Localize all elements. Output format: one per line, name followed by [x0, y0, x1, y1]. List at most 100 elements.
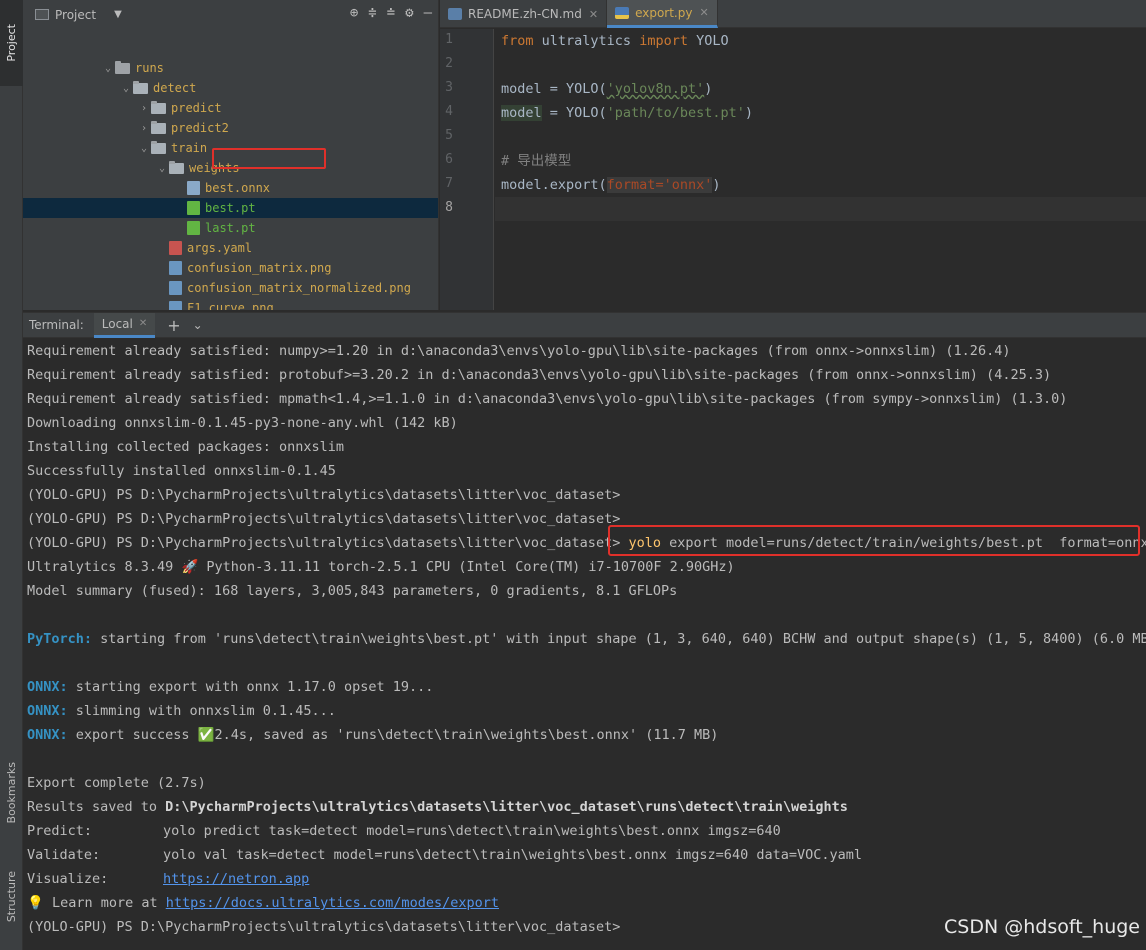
- lightbulb-icon: 💡: [27, 895, 44, 911]
- img-file-icon: [169, 281, 182, 295]
- tree-item-detect[interactable]: ⌄ detect: [23, 78, 438, 98]
- rocket-icon: 🚀: [181, 559, 199, 575]
- tab-terminal-local-label: Local: [101, 316, 133, 331]
- chevron-down-icon[interactable]: ⌄: [119, 83, 133, 94]
- editor-tab-bar: README.zh-CN.md ✕ export.py ✕: [440, 0, 1146, 28]
- highlight-box-best-onnx: [212, 148, 326, 169]
- expand-all-icon[interactable]: ≑: [368, 5, 376, 21]
- terminal-line: Requirement already satisfied: mpmath<1.…: [27, 391, 1068, 407]
- code-line-1: from ultralytics import YOLO: [501, 33, 729, 49]
- line-number: 8: [445, 200, 453, 215]
- folder-icon: [151, 140, 166, 154]
- chevron-down-icon[interactable]: ⌄: [101, 63, 115, 74]
- pt-file-icon: [187, 201, 200, 215]
- tree-item-label: best.onnx: [205, 181, 271, 195]
- code-editor[interactable]: from ultralytics import YOLO model = YOL…: [495, 29, 1146, 310]
- netron-link[interactable]: https://netron.app: [163, 871, 309, 887]
- collapse-all-icon[interactable]: ≐: [387, 5, 395, 21]
- terminal-output[interactable]: Requirement already satisfied: numpy>=1.…: [23, 339, 1146, 950]
- img-file-icon: [169, 301, 182, 310]
- chevron-right-icon[interactable]: ›: [137, 103, 151, 114]
- line-number: 5: [445, 128, 453, 143]
- gear-icon[interactable]: ⚙: [405, 5, 413, 21]
- terminal-line: ONNX: starting export with onnx 1.17.0 o…: [27, 679, 434, 695]
- project-tool-tab[interactable]: Project: [0, 0, 23, 86]
- code-line-3: model = YOLO('yolov8n.pt'): [501, 81, 713, 97]
- locate-icon[interactable]: ⊕: [350, 5, 358, 21]
- terminal-line: Model summary (fused): 168 layers, 3,005…: [27, 583, 678, 599]
- structure-tool-tab[interactable]: Structure: [0, 852, 23, 942]
- tree-item-confusion-matrix-png[interactable]: confusion_matrix.png: [23, 258, 438, 278]
- folder-icon: [151, 100, 166, 114]
- highlight-box-export-command: [608, 525, 1140, 556]
- tab-readme[interactable]: README.zh-CN.md ✕: [440, 0, 608, 28]
- folder-icon: [133, 80, 148, 94]
- terminal-prompt-line: (YOLO-GPU) PS D:\PycharmProjects\ultraly…: [27, 511, 621, 527]
- project-folder-icon: [35, 9, 49, 20]
- terminal-line: Validate: yolo val task=detect model=runs…: [27, 847, 862, 863]
- terminal-title: Terminal:: [29, 318, 84, 332]
- tree-item-runs[interactable]: ⌄ runs: [23, 58, 438, 78]
- terminal-line: Requirement already satisfied: numpy>=1.…: [27, 343, 1011, 359]
- tree-item-confusion-matrix-normalized-png[interactable]: confusion_matrix_normalized.png: [23, 278, 438, 298]
- project-toolbar: ⊕ ≑ ≐ ⚙ —: [350, 5, 432, 21]
- folder-icon: [115, 60, 130, 74]
- line-number: 1: [445, 32, 453, 47]
- tree-item-label: predict: [171, 101, 222, 115]
- tree-item-label: args.yaml: [187, 241, 253, 255]
- line-number: 3: [445, 80, 453, 95]
- tree-item-args-yaml[interactable]: args.yaml: [23, 238, 438, 258]
- chevron-down-icon[interactable]: ▼: [114, 9, 122, 20]
- tab-export-py[interactable]: export.py ✕: [607, 0, 718, 28]
- tree-item-label: last.pt: [205, 221, 256, 235]
- terminal-line: Predict: yolo predict task=detect model=r…: [27, 823, 781, 839]
- code-line-7: model.export(format='onnx'): [501, 177, 721, 193]
- terminal-line: Successfully installed onnxslim-0.1.45: [27, 463, 336, 479]
- tab-terminal-local[interactable]: Local ✕: [93, 312, 156, 338]
- close-icon[interactable]: ✕: [699, 6, 708, 19]
- terminal-line: Downloading onnxslim-0.1.45-py3-none-any…: [27, 415, 458, 431]
- tree-item-label: train: [171, 141, 208, 155]
- tool-window-stripe: Project Bookmarks Structure: [0, 0, 23, 950]
- add-terminal-icon[interactable]: +: [167, 316, 180, 335]
- python-file-icon: [615, 6, 630, 19]
- close-icon[interactable]: ✕: [589, 8, 598, 21]
- terminal-line: PyTorch: starting from 'runs\detect\trai…: [27, 631, 1146, 647]
- chevron-down-icon[interactable]: ⌄: [155, 163, 169, 174]
- onnx-file-icon: [187, 181, 200, 195]
- terminal-line: Visualize: https://netron.app: [27, 871, 310, 887]
- terminal-line: Ultralytics 8.3.49 🚀 Python-3.11.11 torc…: [27, 559, 735, 575]
- tree-item-label: detect: [153, 81, 197, 95]
- tree-item-predict2[interactable]: › predict2: [23, 118, 438, 138]
- project-tool-tab-label: Project: [5, 24, 18, 62]
- docs-link[interactable]: https://docs.ultralytics.com/modes/expor…: [166, 895, 499, 911]
- folder-icon: [151, 120, 166, 134]
- tree-item-best-pt[interactable]: best.pt: [23, 198, 438, 218]
- code-line-4: model = YOLO('path/to/best.pt'): [501, 105, 753, 121]
- terminal-line: ONNX: slimming with onnxslim 0.1.45...: [27, 703, 336, 719]
- yaml-file-icon: [169, 241, 182, 255]
- tree-item-label: confusion_matrix_normalized.png: [187, 281, 411, 295]
- structure-tool-tab-label: Structure: [5, 871, 18, 923]
- chevron-down-icon[interactable]: ⌄: [193, 318, 203, 332]
- tree-item-f1-curve-png[interactable]: F1_curve.png: [23, 298, 438, 310]
- tree-item-predict[interactable]: › predict: [23, 98, 438, 118]
- tab-export-py-label: export.py: [635, 5, 693, 20]
- minimize-icon[interactable]: —: [424, 5, 432, 21]
- chevron-right-icon[interactable]: ›: [137, 123, 151, 134]
- tree-item-label: F1_curve.png: [187, 301, 274, 310]
- terminal-prompt-line: (YOLO-GPU) PS D:\PycharmProjects\ultraly…: [27, 487, 621, 503]
- terminal-line: Export complete (2.7s): [27, 775, 206, 791]
- markdown-file-icon: [448, 8, 462, 20]
- project-panel: Project ▼ ⊕ ≑ ≐ ⚙ — ⌄ runs ⌄ detect › predict…: [23, 0, 439, 310]
- bookmarks-tool-tab[interactable]: Bookmarks: [0, 748, 23, 838]
- terminal-prompt-line: (YOLO-GPU) PS D:\PycharmProjects\ultraly…: [27, 919, 621, 935]
- tree-item-last-pt[interactable]: last.pt: [23, 218, 438, 238]
- project-panel-title[interactable]: Project: [55, 8, 96, 22]
- tree-item-best-onnx[interactable]: best.onnx: [23, 178, 438, 198]
- chevron-down-icon[interactable]: ⌄: [137, 143, 151, 154]
- terminal-line: Results saved to D:\PycharmProjects\ultr…: [27, 799, 848, 815]
- terminal-line: Installing collected packages: onnxslim: [27, 439, 344, 455]
- close-icon[interactable]: ✕: [139, 318, 147, 329]
- line-number: 4: [445, 104, 453, 119]
